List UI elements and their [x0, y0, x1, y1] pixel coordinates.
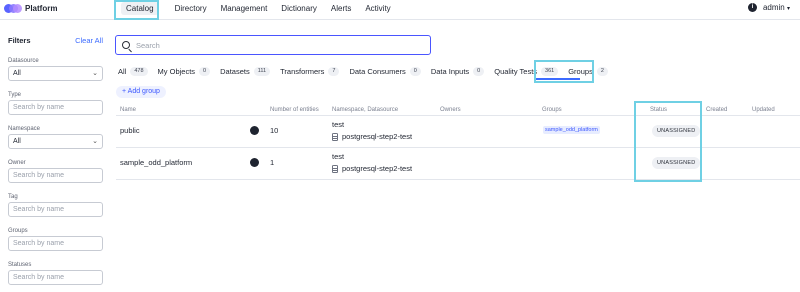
row-namespace: test postgresql-step2-test: [332, 152, 413, 173]
tab-count: 478: [130, 66, 148, 76]
tab-count: 0: [409, 66, 421, 76]
row-name[interactable]: public: [120, 126, 140, 135]
owner-input[interactable]: Search by name: [8, 168, 103, 183]
nav-management[interactable]: Management: [214, 0, 275, 20]
chevron-down-icon: ⌄: [92, 70, 98, 77]
search-input[interactable]: Search: [136, 41, 160, 50]
tab-data-consumers[interactable]: Data Consumers 0: [349, 62, 421, 80]
datasource-label: Datasource: [8, 58, 39, 64]
tab-count: 0: [473, 66, 485, 76]
clear-all-button[interactable]: Clear All: [75, 36, 103, 48]
groups-label: Groups: [8, 228, 28, 234]
logo-icon: [4, 4, 22, 13]
info-icon[interactable]: i: [250, 126, 259, 135]
tab-count: 7: [328, 66, 340, 76]
col-owners: Owners: [440, 107, 461, 113]
statuses-input[interactable]: Search by name: [8, 270, 103, 285]
tab-count: 111: [253, 66, 271, 76]
col-updated: Updated: [752, 107, 775, 113]
chevron-down-icon: ⌄: [92, 138, 98, 145]
owner-label: Owner: [8, 160, 26, 166]
nav-dictionary[interactable]: Dictionary: [274, 0, 324, 20]
search-icon: [122, 41, 130, 49]
row-name[interactable]: sample_odd_platform: [120, 158, 192, 167]
group-chip[interactable]: sample_odd_platform: [543, 126, 600, 134]
filters-sidebar: Filters Clear All Datasource All ⌄ Type S…: [8, 36, 103, 285]
search-box[interactable]: Search: [115, 35, 431, 55]
type-input[interactable]: Search by name: [8, 100, 103, 115]
app-logo[interactable]: Platform: [4, 4, 57, 13]
database-icon: [332, 164, 338, 173]
row-entities: 1: [270, 158, 275, 167]
tab-transformers[interactable]: Transformers 7: [280, 62, 340, 80]
tab-data-inputs[interactable]: Data Inputs 0: [431, 62, 485, 80]
col-groups: Groups: [542, 107, 562, 113]
chevron-down-icon: ▾: [786, 6, 790, 12]
filters-title: Filters: [8, 36, 31, 45]
user-name: admin: [762, 3, 785, 12]
tag-input[interactable]: Search by name: [8, 202, 103, 217]
tab-all[interactable]: All 478: [118, 62, 148, 80]
tab-count: 0: [199, 66, 211, 76]
namespace-label: Namespace: [8, 126, 41, 132]
row-namespace: test postgresql-step2-test: [332, 120, 413, 141]
highlight-status-column: [634, 101, 702, 182]
info-icon[interactable]: i: [747, 3, 757, 12]
col-created: Created: [706, 107, 728, 113]
nav-alerts[interactable]: Alerts: [324, 0, 358, 20]
info-icon[interactable]: i: [250, 158, 259, 167]
col-entities: Number of entities: [270, 107, 319, 113]
row-datasource: postgresql-step2-test: [342, 132, 413, 141]
tag-label: Tag: [8, 194, 18, 200]
tab-count: 2: [596, 66, 608, 76]
user-menu[interactable]: admin ▾: [763, 3, 790, 12]
nav-activity[interactable]: Activity: [358, 0, 397, 20]
user-area: i admin ▾: [747, 3, 790, 12]
nav-directory[interactable]: Directory: [168, 0, 214, 20]
namespace-select[interactable]: All ⌄: [8, 134, 103, 149]
statuses-label: Statuses: [8, 262, 32, 268]
highlight-groups-tab: [534, 60, 594, 83]
row-entities: 10: [270, 126, 279, 135]
type-label: Type: [8, 92, 22, 98]
col-namespace: Namespace, Datasource: [332, 107, 399, 113]
highlight-catalog: [114, 0, 159, 20]
add-group-button[interactable]: + Add group: [116, 86, 166, 98]
groups-input[interactable]: Search by name: [8, 236, 103, 251]
tab-datasets[interactable]: Datasets 111: [220, 62, 271, 80]
row-datasource: postgresql-step2-test: [342, 164, 413, 173]
database-icon: [332, 132, 338, 141]
datasource-select[interactable]: All ⌄: [8, 66, 103, 81]
tab-my-objects[interactable]: My Objects 0: [158, 62, 211, 80]
col-name: Name: [120, 107, 137, 113]
app-name: Platform: [25, 4, 58, 13]
